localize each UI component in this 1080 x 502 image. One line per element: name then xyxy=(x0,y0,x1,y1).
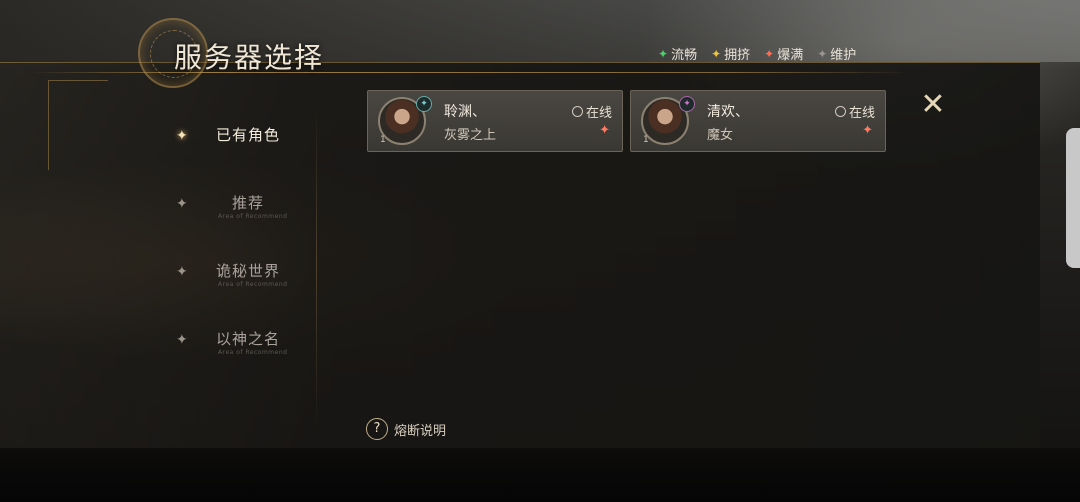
close-button[interactable]: ✕ xyxy=(916,88,950,122)
character-level: 1 xyxy=(380,135,386,145)
legend-label: 流畅 xyxy=(671,48,698,63)
red-star-icon: ✦ xyxy=(599,123,610,138)
sidebar-item-in-gods-name[interactable]: ✦ 以神之名 Area of Recommend xyxy=(176,324,306,364)
corner-ornament xyxy=(48,80,108,170)
legend-busy: ✦ 拥挤 xyxy=(711,44,751,64)
legend-smooth: ✦ 流畅 xyxy=(658,44,698,64)
character-level: 1 xyxy=(643,135,649,145)
sidebar-divider xyxy=(316,100,317,430)
diamond-icon: ✦ xyxy=(176,264,188,280)
sidebar-item-subtitle: Area of Recommend xyxy=(218,349,288,356)
gray-star-icon: ✦ xyxy=(817,46,828,61)
bottom-bar xyxy=(0,448,1080,502)
status-legend: ✦ 流畅 ✦ 拥挤 ✦ 爆满 ✦ 维护 xyxy=(658,44,857,64)
legend-maintenance: ✦ 维护 xyxy=(817,44,857,64)
sidebar-item-recommended[interactable]: ✦ 推荐 Area of Recommend xyxy=(176,188,306,228)
diamond-icon: ✦ xyxy=(176,332,188,348)
help-label: 熔断说明 xyxy=(394,423,447,439)
sidebar-item-subtitle: Area of Recommend xyxy=(218,281,288,288)
server-name: 灰雾之上 xyxy=(444,128,497,143)
sidebar-item-mysterious-world[interactable]: ✦ 诡秘世界 Area of Recommend xyxy=(176,256,306,296)
class-badge-icon: ✦ xyxy=(416,96,432,112)
sidebar-item-label: 推荐 xyxy=(232,194,265,212)
diamond-icon: ✦ xyxy=(176,196,188,212)
server-card[interactable]: ✦ 1 聆渊、 灰雾之上 在线 ✦ xyxy=(367,90,623,152)
sidebar-item-label: 已有角色 xyxy=(216,126,281,144)
circuit-breaker-help[interactable]: ? 熔断说明 xyxy=(366,418,446,440)
sidebar-item-label: 以神之名 xyxy=(216,330,281,348)
sidebar-item-existing-characters[interactable]: ✦ 已有角色 xyxy=(176,120,306,160)
legend-label: 爆满 xyxy=(777,48,804,63)
online-status: 在线 xyxy=(571,102,612,121)
clock-icon xyxy=(571,106,583,117)
diamond-icon: ✦ xyxy=(176,128,188,144)
question-icon: ? xyxy=(366,418,388,440)
legend-full: ✦ 爆满 xyxy=(764,44,804,64)
sidebar-item-subtitle: Area of Recommend xyxy=(218,213,288,220)
clock-icon xyxy=(834,106,846,117)
class-badge-icon: ✦ xyxy=(679,96,695,112)
yellow-star-icon: ✦ xyxy=(711,46,722,61)
close-icon: ✕ xyxy=(920,87,946,122)
side-drawer-handle[interactable] xyxy=(1066,128,1080,268)
legend-label: 拥挤 xyxy=(724,48,751,63)
online-status-label: 在线 xyxy=(585,106,612,121)
character-name: 聆渊、 xyxy=(444,104,486,120)
character-name: 清欢、 xyxy=(707,104,749,120)
sidebar-item-label: 诡秘世界 xyxy=(216,262,281,280)
red-star-icon: ✦ xyxy=(862,123,873,138)
red-star-icon: ✦ xyxy=(764,46,775,61)
online-status: 在线 xyxy=(834,102,875,121)
page-title: 服务器选择 xyxy=(174,41,325,74)
online-status-label: 在线 xyxy=(848,106,875,121)
server-card[interactable]: ✦ 1 清欢、 魔女 在线 ✦ xyxy=(630,90,886,152)
legend-label: 维护 xyxy=(830,48,857,63)
green-star-icon: ✦ xyxy=(658,46,669,61)
server-name: 魔女 xyxy=(707,128,734,143)
